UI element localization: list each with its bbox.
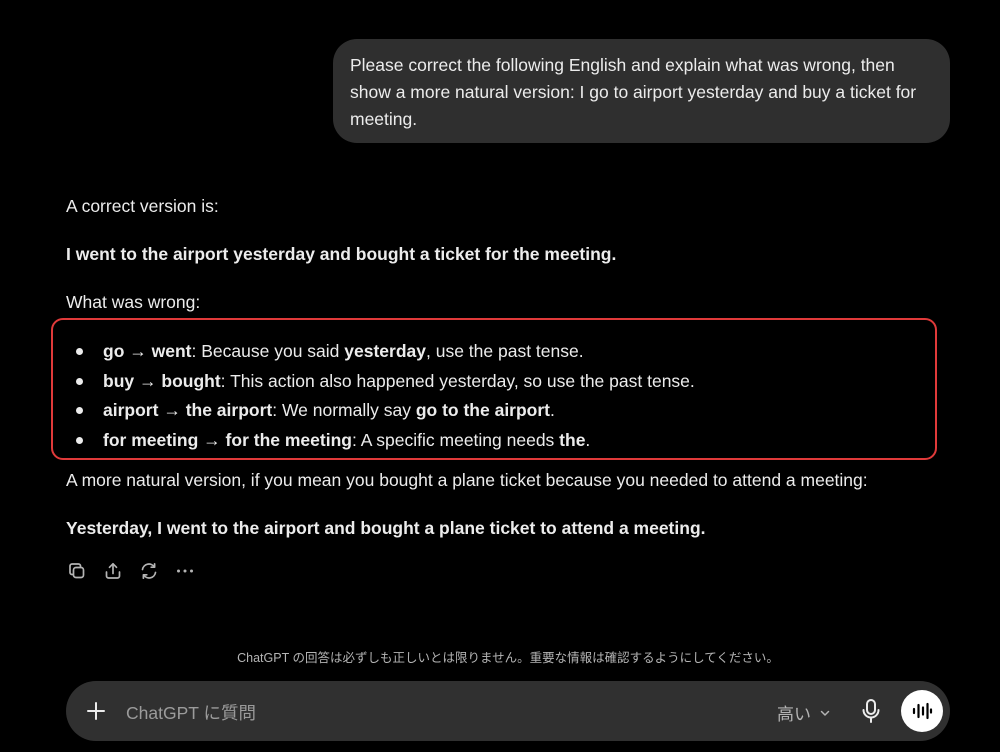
add-button[interactable]: [84, 699, 108, 723]
bullet-to: for the meeting: [225, 429, 352, 450]
composer: ChatGPT に質問 高い: [66, 681, 950, 741]
bullet-text: Because you said: [196, 341, 345, 361]
bullet-arrow: →: [139, 370, 157, 391]
answer-intro: A correct version is:: [66, 196, 219, 216]
bullet-arrow: →: [203, 429, 221, 450]
message-actions: [66, 560, 196, 584]
chevron-down-icon: [820, 710, 830, 716]
regenerate-button[interactable]: [138, 560, 160, 582]
bullet-to: bought: [161, 370, 221, 391]
bullet-bold: the: [559, 429, 586, 450]
plus-icon: [87, 702, 105, 720]
bullet-from: buy: [103, 370, 135, 391]
share-icon: [105, 562, 121, 579]
list-item: buy → bought: This action also happened …: [72, 367, 695, 397]
bullet-text: We normally say: [277, 400, 416, 420]
bullet-text: A specific meeting needs: [356, 429, 560, 450]
user-message-bubble: Please correct the following English and…: [333, 39, 950, 143]
more-icon: [177, 569, 193, 573]
copy-button[interactable]: [66, 560, 88, 582]
share-button[interactable]: [102, 560, 124, 582]
disclaimer: ChatGPT の回答は必ずしも正しいとは限りません。重要な情報は確認するように…: [237, 651, 779, 665]
voice-mode-icon: [912, 702, 933, 720]
list-item: for meeting → for the meeting: A specifi…: [72, 426, 695, 456]
bullet-bold: go to the airport: [415, 400, 551, 420]
regenerate-icon: [141, 562, 157, 580]
error-list: go → went: Because you said yesterday, u…: [72, 337, 695, 455]
wrong-heading: What was wrong:: [66, 292, 201, 312]
bullet-arrow: →: [163, 400, 181, 420]
bullet-dot: [76, 377, 83, 385]
corrected-sentence: I went to the airport yesterday and boug…: [66, 244, 617, 264]
chat-page: Please correct the following English and…: [0, 0, 1000, 752]
model-selector[interactable]: 高い: [777, 700, 831, 725]
bullet-dot: [76, 436, 83, 444]
dictate-button[interactable]: [858, 697, 884, 725]
more-button[interactable]: [174, 560, 196, 582]
bullet-text: This action also happened yesterday, so …: [225, 370, 695, 391]
bullet-text-end: , use the past tense.: [426, 341, 584, 361]
mic-icon: [862, 699, 880, 723]
bullet-from: airport: [103, 400, 159, 420]
list-item: go → went: Because you said yesterday, u…: [72, 337, 695, 367]
bullet-dot: [76, 348, 83, 355]
natural-sentence: Yesterday, I went to the airport and bou…: [66, 518, 706, 538]
voice-mode-button[interactable]: [901, 690, 943, 732]
bullet-text-end: .: [550, 400, 555, 420]
bullet-to: the airport: [185, 400, 273, 420]
prompt-input[interactable]: ChatGPT に質問: [126, 700, 256, 725]
bullet-to: went: [151, 341, 192, 361]
model-label: 高い: [777, 705, 811, 724]
bullet-arrow: →: [129, 341, 147, 361]
bullet-from: for meeting: [103, 429, 199, 450]
user-message-text: Please correct the following English and…: [350, 55, 917, 129]
bullet-dot: [76, 407, 83, 414]
bullet-text-end: .: [585, 429, 591, 450]
bullet-from: go: [103, 341, 125, 361]
copy-icon: [69, 563, 85, 579]
bullet-bold: yesterday: [344, 341, 426, 361]
natural-intro: A more natural version, if you mean you …: [66, 470, 868, 490]
list-item: airport → the airport: We normally say g…: [72, 396, 695, 426]
